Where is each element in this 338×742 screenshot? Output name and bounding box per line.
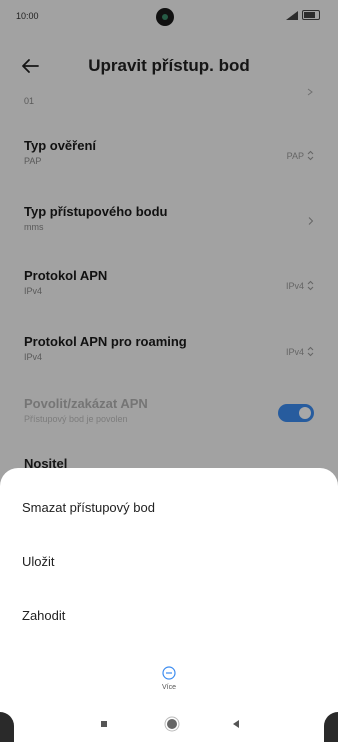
save-menu-item[interactable]: Uložit — [0, 538, 338, 586]
more-label: Více — [161, 684, 176, 691]
more-button[interactable]: Více — [139, 664, 199, 704]
navigation-bar — [0, 706, 338, 742]
home-circle-icon[interactable] — [162, 714, 182, 734]
menu-item-label: Zahodit — [22, 608, 66, 623]
phone-screen: 10:00 Upravit přístup. bod 01 Typ ověřen… — [0, 0, 338, 742]
collapse-circle-icon — [162, 666, 176, 680]
screen-corner — [324, 712, 338, 742]
back-triangle-icon[interactable] — [226, 714, 246, 734]
options-bottom-sheet: Smazat přístupový bod Uložit Zahodit Víc… — [0, 468, 338, 742]
menu-item-label: Smazat přístupový bod — [22, 500, 155, 515]
discard-menu-item[interactable]: Zahodit — [0, 592, 338, 640]
delete-apn-menu-item[interactable]: Smazat přístupový bod — [0, 484, 338, 532]
recents-square-icon[interactable] — [94, 714, 114, 734]
menu-item-label: Uložit — [22, 554, 55, 569]
